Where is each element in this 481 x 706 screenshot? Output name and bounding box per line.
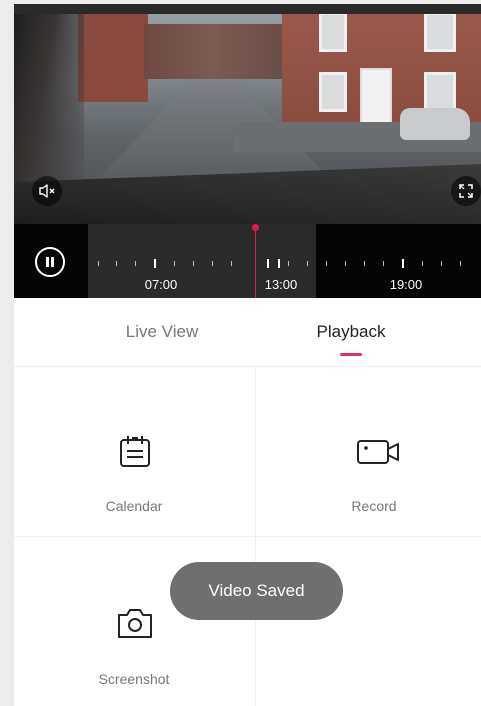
timeline-label: 19:00 [389,277,423,292]
timeline-tick [345,261,346,266]
calendar-icon [120,436,150,467]
app-screen: 07:00 13:00 19:00 Live View Playback Cal… [14,4,481,706]
video-scene-window [319,72,347,112]
timeline-tick [98,261,99,266]
timeline-playhead[interactable] [255,224,256,298]
video-camera-icon [357,440,399,464]
timeline-tick [278,259,280,268]
timeline-tick [212,261,213,266]
fullscreen-icon [459,184,473,198]
timeline-label: 13:00 [264,277,298,292]
timeline-tick [402,259,404,268]
fullscreen-button[interactable] [451,176,481,206]
video-scene-window [424,72,456,112]
video-scene-building-left [78,12,148,102]
playback-timeline[interactable]: 07:00 13:00 19:00 [14,224,481,298]
screenshot-label: Screenshot [98,671,170,687]
mute-button[interactable] [32,176,62,206]
timeline-tick [288,261,289,266]
tab-playback[interactable]: Playback [317,322,386,342]
timeline-tick [364,261,365,266]
toast-notification: Video Saved [170,562,343,620]
timeline-tick [267,259,269,268]
view-tabs: Live View Playback [14,298,481,367]
video-scene-window-sill [14,164,481,224]
video-scene-window [424,12,456,52]
timeline-label: 07:00 [144,277,178,292]
timeline-tick [154,259,156,268]
active-tab-indicator [340,353,362,356]
timeline-tick [383,261,384,266]
timeline-playhead-dot [252,224,259,231]
camera-icon [118,609,152,638]
timeline-tick [231,261,232,266]
calendar-button[interactable]: Calendar [14,366,255,536]
video-feed[interactable] [14,4,481,224]
timeline-tick [116,261,117,266]
pause-button[interactable] [35,247,65,277]
timeline-tick [174,261,175,266]
timeline-tick [193,261,194,266]
calendar-label: Calendar [105,498,163,514]
video-scene-door [360,68,392,128]
video-scene-window [319,12,347,52]
record-button[interactable]: Record [256,366,481,536]
video-scene-buildings-back [144,24,284,79]
speaker-muted-icon [39,184,55,198]
tab-live-view[interactable]: Live View [126,322,198,342]
timeline-tick [307,261,308,266]
timeline-tick [326,261,327,266]
timeline-tick [460,261,461,266]
timeline-tick [422,261,423,266]
video-scene-car [400,108,470,140]
video-scene-frame-top [14,4,481,14]
record-label: Record [351,498,397,514]
timeline-tick [135,261,136,266]
timeline-tick [441,261,442,266]
